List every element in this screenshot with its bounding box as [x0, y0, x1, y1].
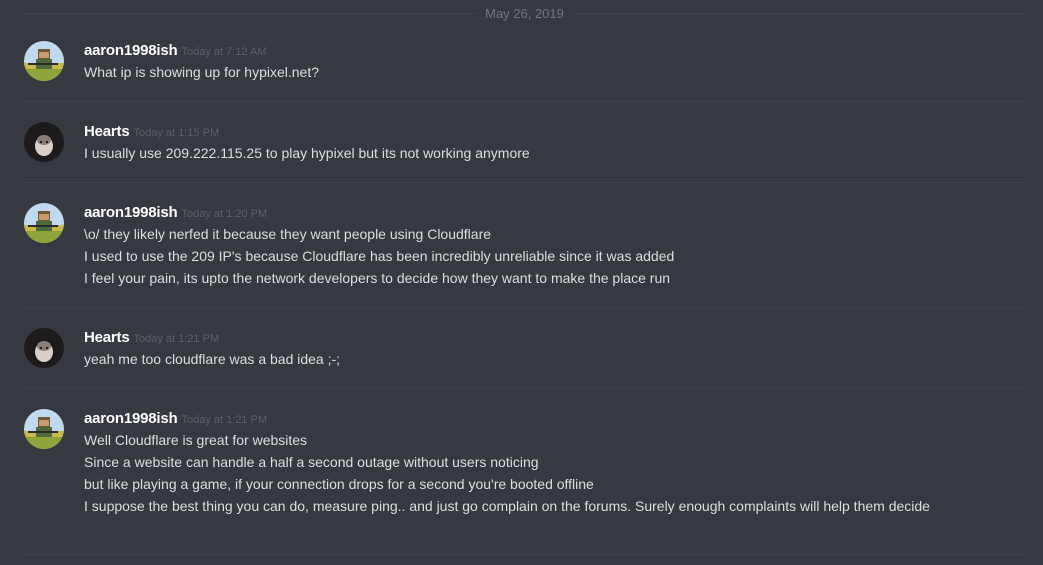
- timestamp: Today at 1:20 PM: [181, 208, 268, 220]
- date-divider-label: May 26, 2019: [475, 6, 574, 22]
- message-header: aaron1998ish Today at 7:12 AM: [84, 41, 1025, 61]
- timestamp: Today at 1:21 PM: [133, 333, 220, 345]
- date-divider: May 26, 2019: [24, 6, 1025, 22]
- username[interactable]: aaron1998ish: [84, 42, 178, 59]
- message-content: Hearts Today at 1:21 PM yeah me too cloud…: [84, 328, 1025, 370]
- message-text: I feel your pain, its upto the network d…: [84, 270, 671, 286]
- message-content: aaron1998ish Today at 7:12 AM What ip is …: [84, 41, 1025, 83]
- timestamp: Today at 1:15 PM: [133, 127, 220, 139]
- message-content: Hearts Today at 1:15 PM I usually use 209…: [84, 122, 1025, 164]
- timestamp: Today at 7:12 AM: [181, 46, 267, 58]
- timestamp: Today at 1:21 PM: [181, 414, 268, 426]
- message-header: aaron1998ish Today at 1:21 PM: [84, 409, 1025, 429]
- cat-photo-avatar-icon[interactable]: [24, 122, 64, 162]
- cat-photo-avatar-icon[interactable]: [24, 328, 64, 368]
- chat-messages: May 26, 2019 aaron1998ish Today at 7:12 A…: [0, 0, 1043, 565]
- message-content: aaron1998ish Today at 1:20 PM \o/ they li…: [84, 203, 1025, 289]
- message-group: aaron1998ish Today at 1:20 PM \o/ they li…: [24, 203, 1025, 309]
- pixel-soldier-avatar-icon[interactable]: [24, 203, 64, 243]
- message-group: aaron1998ish Today at 1:21 PM Well Cloudf…: [24, 409, 1025, 555]
- message-text: I suppose the best thing you can do, mea…: [84, 498, 930, 514]
- message-text: but like playing a game, if your connect…: [84, 476, 594, 492]
- message-header: aaron1998ish Today at 1:20 PM: [84, 203, 1025, 223]
- message-header: Hearts Today at 1:21 PM: [84, 328, 1025, 348]
- username[interactable]: aaron1998ish: [84, 410, 178, 427]
- username[interactable]: Hearts: [84, 329, 130, 346]
- username[interactable]: Hearts: [84, 123, 130, 140]
- message-text: Since a website can handle a half a seco…: [84, 454, 539, 470]
- message-group: aaron1998ish Today at 7:12 AM What ip is …: [24, 41, 1025, 102]
- message-content: aaron1998ish Today at 1:21 PM Well Cloudf…: [84, 409, 1025, 517]
- message-text: yeah me too cloudflare was a bad idea ;-…: [84, 351, 341, 367]
- message-text: What ip is showing up for hypixel.net?: [84, 64, 320, 80]
- username[interactable]: aaron1998ish: [84, 204, 178, 221]
- message-text: \o/ they likely nerfed it because they w…: [84, 226, 492, 242]
- pixel-soldier-avatar-icon[interactable]: [24, 41, 64, 81]
- message-group: Hearts Today at 1:15 PM I usually use 209…: [24, 122, 1025, 183]
- message-group: Hearts Today at 1:21 PM yeah me too cloud…: [24, 328, 1025, 389]
- message-text: I usually use 209.222.115.25 to play hyp…: [84, 145, 530, 161]
- pixel-soldier-avatar-icon[interactable]: [24, 409, 64, 449]
- message-text: I used to use the 209 IP's because Cloud…: [84, 248, 675, 264]
- message-header: Hearts Today at 1:15 PM: [84, 122, 1025, 142]
- message-text: Well Cloudflare is great for websites: [84, 432, 308, 448]
